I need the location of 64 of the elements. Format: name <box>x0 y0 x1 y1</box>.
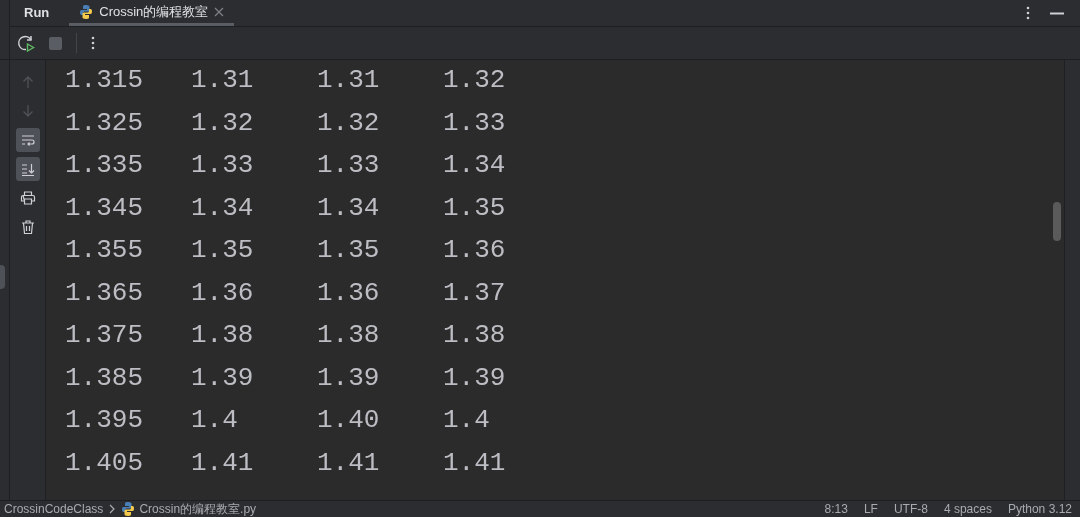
output-text: 1.32 <box>443 67 507 93</box>
output-text: 1.4 <box>443 407 491 433</box>
output-text: 1.355 <box>65 237 144 263</box>
output-text: 1.335 <box>65 152 144 178</box>
status-item[interactable]: 8:13 <box>824 502 848 516</box>
output-text: 1.395 <box>65 407 144 433</box>
output-text: 1.405 <box>65 449 144 476</box>
output-text: 1.325 <box>65 109 144 136</box>
minimize-icon[interactable] <box>1050 11 1064 15</box>
panel-title: Run <box>24 4 50 23</box>
scroll-to-end-icon <box>19 161 36 177</box>
run-tab[interactable]: Crossin的编程教室 <box>69 0 235 26</box>
output-text: 1.345 <box>65 194 144 221</box>
python-icon <box>79 3 94 20</box>
output-text: 1.315 <box>65 67 144 93</box>
output-text: 1.385 <box>65 364 144 391</box>
output-text: 1.40 <box>317 407 381 433</box>
output-text: 1.365 <box>65 279 144 306</box>
breadcrumb-item[interactable]: Crossin的编程教室.py <box>121 501 257 517</box>
output-text: 1.4 <box>191 407 239 433</box>
output-text: 1.38 <box>443 322 507 348</box>
output-text: 1.35 <box>191 237 255 263</box>
output-text: 1.35 <box>443 194 507 221</box>
output-text: 1.39 <box>191 364 255 391</box>
more-icon[interactable] <box>1026 6 1030 20</box>
status-item[interactable]: Python 3.12 <box>1007 502 1072 516</box>
output-text: 1.31 <box>317 67 381 93</box>
python-icon <box>121 501 136 517</box>
output-text: 1.38 <box>191 322 255 348</box>
output-text: 1.31 <box>191 67 255 93</box>
more-icon[interactable] <box>91 36 95 50</box>
breadcrumb-item[interactable]: CrossinCodeClass <box>4 502 104 516</box>
status-item[interactable]: UTF-8 <box>893 502 928 516</box>
output-text: 1.38 <box>317 322 381 348</box>
output-text: 1.33 <box>191 152 255 178</box>
output-text: 1.41 <box>317 449 381 476</box>
output-text: 1.41 <box>191 449 255 476</box>
output-text: 1.36 <box>191 279 255 306</box>
status-item[interactable]: 4 spaces <box>943 502 992 516</box>
output-text: 1.375 <box>65 322 144 348</box>
output-text: 1.32 <box>317 109 381 136</box>
chevron-right-icon <box>109 504 116 514</box>
printer-icon[interactable] <box>19 190 36 206</box>
status-item[interactable]: LF <box>863 502 878 516</box>
output-text: 1.36 <box>317 279 381 306</box>
scrollbar-thumb[interactable] <box>1053 202 1061 241</box>
output-text: 1.33 <box>443 109 507 136</box>
output-text: 1.34 <box>317 194 381 221</box>
output-text: 1.39 <box>443 364 507 391</box>
output-text: 1.32 <box>191 109 255 136</box>
close-icon[interactable] <box>214 6 225 17</box>
soft-wrap-toggle[interactable] <box>15 128 40 152</box>
output-text: 1.36 <box>443 237 507 263</box>
output-text: 1.35 <box>317 237 381 263</box>
output-text: 1.34 <box>191 194 255 221</box>
output-text: 1.33 <box>317 152 381 178</box>
output-text: 1.37 <box>443 279 507 306</box>
soft-wrap-icon <box>19 132 36 148</box>
output-text: 1.34 <box>443 152 507 178</box>
rerun-icon[interactable] <box>17 34 35 52</box>
scroll-to-end-toggle[interactable] <box>15 157 40 181</box>
output-text: 1.39 <box>317 364 381 391</box>
output-text: 1.41 <box>443 449 507 476</box>
trash-icon[interactable] <box>19 219 36 235</box>
